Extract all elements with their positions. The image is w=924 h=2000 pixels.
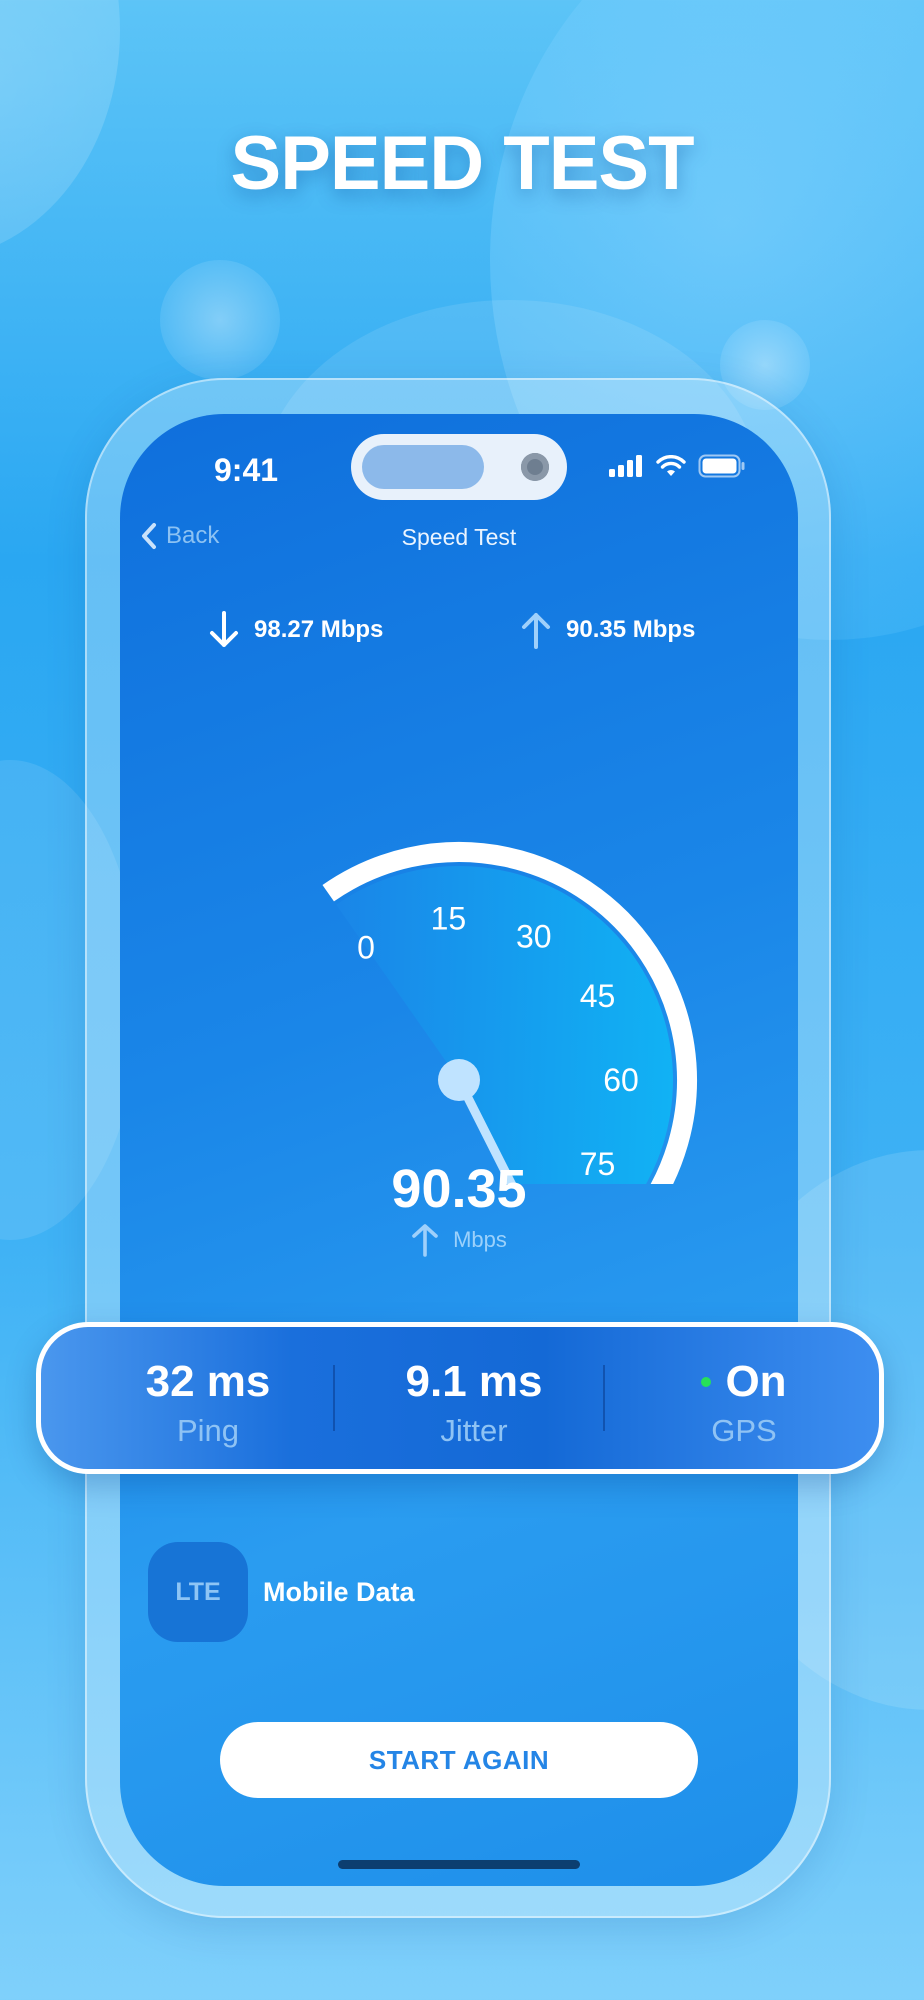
gps-label: GPS: [711, 1413, 777, 1448]
nav-title: Speed Test: [401, 524, 517, 550]
gps-status-dot: [701, 1377, 712, 1387]
status-time: 9:41: [214, 452, 279, 488]
gauge-needle-hub: [438, 1059, 480, 1101]
gauge-tick-label: 60: [603, 1062, 639, 1098]
speed-readout: 90.35: [391, 1159, 527, 1219]
stat-divider: [333, 1365, 335, 1431]
camera-icon: [521, 453, 549, 481]
network-type-label: Mobile Data: [263, 1577, 415, 1607]
cellular-signal-icon: [608, 455, 644, 482]
download-speed: 98.27 Mbps: [208, 610, 383, 650]
dynamic-island: [351, 434, 567, 500]
gps-value: On: [725, 1357, 787, 1406]
gauge-tick-label: 30: [516, 918, 552, 954]
lte-badge: LTE: [148, 1542, 248, 1642]
lte-badge-label: LTE: [175, 1577, 221, 1606]
stats-card: 32 ms Ping 9.1 ms Jitter On GPS: [36, 1322, 884, 1474]
download-speed-value: 98.27 Mbps: [254, 616, 384, 643]
gps-stat: On GPS: [619, 1357, 869, 1449]
battery-icon: [698, 454, 746, 483]
gauge-tick-label: 45: [580, 978, 616, 1014]
gauge-tick-label: 15: [431, 900, 467, 936]
arrow-down-icon: [210, 611, 238, 647]
stat-divider: [603, 1365, 605, 1431]
ping-label: Ping: [176, 1413, 240, 1448]
home-indicator: [338, 1860, 580, 1869]
arrow-up-icon: [522, 613, 550, 649]
wifi-icon: [656, 455, 686, 482]
start-again-button[interactable]: START AGAIN: [220, 1722, 698, 1798]
ping-value: 32 ms: [145, 1357, 271, 1406]
hero-title: SPEED TEST: [230, 121, 695, 206]
ping-stat: 32 ms Ping: [83, 1357, 333, 1449]
upload-speed: 90.35 Mbps: [520, 610, 695, 650]
jitter-value: 9.1 ms: [405, 1357, 543, 1406]
phone-screen: 9:41 Back Speed Test 98.27 Mbps 90.35 Mb…: [120, 414, 798, 1886]
status-icons: [608, 454, 746, 483]
arrow-up-icon: [412, 1224, 438, 1257]
jitter-label: Jitter: [440, 1413, 508, 1448]
speed-gauge: 0153045607590105120: [322, 842, 697, 1184]
speed-unit: Mbps: [453, 1227, 507, 1252]
upload-speed-value: 90.35 Mbps: [566, 616, 696, 643]
gps-value-row: On: [619, 1357, 869, 1407]
jitter-stat: 9.1 ms Jitter: [349, 1357, 599, 1449]
gauge-tick-label: 0: [357, 929, 375, 965]
speed-unit-row: Mbps: [120, 1222, 798, 1258]
